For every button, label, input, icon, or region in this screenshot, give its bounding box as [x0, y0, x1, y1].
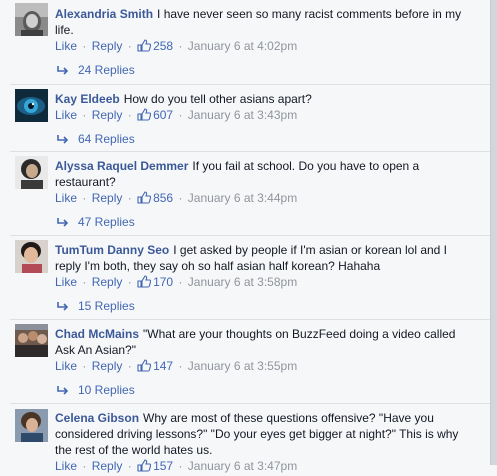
separator-dot: ·: [127, 191, 132, 205]
reply-button[interactable]: Reply: [92, 359, 123, 373]
divider: [10, 319, 490, 320]
comment-author[interactable]: Celena Gibson: [55, 411, 139, 425]
separator-dot: ·: [127, 275, 132, 289]
reply-button[interactable]: Reply: [92, 459, 123, 473]
like-count[interactable]: 170: [153, 275, 173, 289]
reply-arrow-icon: [57, 216, 69, 232]
avatar[interactable]: [15, 89, 48, 122]
separator-dot: ·: [178, 359, 183, 373]
avatar[interactable]: [15, 240, 48, 273]
separator-dot: ·: [127, 359, 132, 373]
comment-body: Alexandria Smith I have never seen so man…: [55, 6, 475, 38]
like-button[interactable]: Like: [55, 275, 77, 289]
separator-dot: ·: [178, 275, 183, 289]
separator-dot: ·: [127, 459, 132, 473]
divider: [10, 151, 490, 152]
separator-dot: ·: [178, 191, 183, 205]
reply-button[interactable]: Reply: [92, 39, 123, 53]
reply-button[interactable]: Reply: [92, 275, 123, 289]
thumbs-up-icon[interactable]: [137, 359, 152, 376]
comment-timestamp[interactable]: January 6 at 3:43pm: [188, 108, 297, 122]
comment-author[interactable]: TumTum Danny Seo: [55, 243, 169, 257]
comment-timestamp[interactable]: January 6 at 3:55pm: [188, 359, 297, 373]
view-replies-link[interactable]: 64 Replies: [57, 131, 135, 149]
like-count[interactable]: 258: [153, 39, 173, 53]
comment-author[interactable]: Alexandria Smith: [55, 7, 153, 21]
thumbs-up-icon[interactable]: [137, 108, 152, 125]
comment-text: How do you tell other asians apart?: [123, 92, 312, 106]
thumbs-up-icon[interactable]: [137, 275, 152, 292]
comment-author[interactable]: Kay Eldeeb: [55, 92, 120, 106]
view-replies-link[interactable]: 24 Replies: [57, 62, 135, 80]
page-edge-divider: [490, 0, 497, 465]
divider: [10, 84, 490, 85]
separator-dot: ·: [82, 108, 87, 122]
comment-body: TumTum Danny Seo I get asked by people if…: [55, 242, 475, 274]
divider: [10, 235, 490, 236]
avatar[interactable]: [15, 3, 48, 36]
like-button[interactable]: Like: [55, 359, 77, 373]
comment-body: Alyssa Raquel Demmer If you fail at schoo…: [55, 158, 475, 190]
separator-dot: ·: [82, 459, 87, 473]
replies-count[interactable]: 15 Replies: [78, 299, 135, 313]
like-button[interactable]: Like: [55, 459, 77, 473]
thumbs-up-icon[interactable]: [137, 459, 152, 476]
separator-dot: ·: [82, 191, 87, 205]
separator-dot: ·: [178, 459, 183, 473]
comment-actions: Like · Reply · 258 · January 6 at 4:02pm: [55, 38, 297, 56]
comment-author[interactable]: Chad McMains: [55, 327, 139, 341]
like-button[interactable]: Like: [55, 191, 77, 205]
view-replies-link[interactable]: 47 Replies: [57, 214, 135, 232]
reply-arrow-icon: [57, 133, 69, 149]
comment-timestamp[interactable]: January 6 at 3:58pm: [188, 275, 297, 289]
divider: [10, 403, 490, 404]
replies-count[interactable]: 64 Replies: [78, 132, 135, 146]
separator-dot: ·: [178, 39, 183, 53]
avatar[interactable]: [15, 324, 48, 357]
replies-count[interactable]: 10 Replies: [78, 383, 135, 397]
comment-author[interactable]: Alyssa Raquel Demmer: [55, 159, 188, 173]
separator-dot: ·: [82, 275, 87, 289]
separator-dot: ·: [178, 108, 183, 122]
comment-actions: Like · Reply · 170 · January 6 at 3:58pm: [55, 274, 297, 292]
comment-actions: Like · Reply · 856 · January 6 at 3:44pm: [55, 190, 297, 208]
reply-button[interactable]: Reply: [92, 108, 123, 122]
comment-actions: Like · Reply · 607 · January 6 at 3:43pm: [55, 107, 297, 125]
comment-timestamp[interactable]: January 6 at 3:44pm: [188, 191, 297, 205]
like-button[interactable]: Like: [55, 108, 77, 122]
reply-arrow-icon: [57, 300, 69, 316]
comment-body: Kay Eldeeb How do you tell other asians a…: [55, 91, 475, 107]
reply-arrow-icon: [57, 64, 69, 80]
separator-dot: ·: [82, 39, 87, 53]
reply-arrow-icon: [57, 384, 69, 400]
replies-count[interactable]: 47 Replies: [78, 215, 135, 229]
comment-actions: Like · Reply · 147 · January 6 at 3:55pm: [55, 358, 297, 376]
avatar[interactable]: [15, 156, 48, 189]
thumbs-up-icon[interactable]: [137, 191, 152, 208]
comment-actions: Like · Reply · 157 · January 6 at 3:47pm: [55, 458, 297, 476]
comment-timestamp[interactable]: January 6 at 3:47pm: [188, 459, 297, 473]
thumbs-up-icon[interactable]: [137, 39, 152, 56]
separator-dot: ·: [127, 108, 132, 122]
separator-dot: ·: [127, 39, 132, 53]
view-replies-link[interactable]: 15 Replies: [57, 298, 135, 316]
comment-body: Chad McMains "What are your thoughts on B…: [55, 326, 475, 358]
comment-timestamp[interactable]: January 6 at 4:02pm: [188, 39, 297, 53]
view-replies-link[interactable]: 10 Replies: [57, 382, 135, 400]
replies-count[interactable]: 24 Replies: [78, 63, 135, 77]
avatar[interactable]: [15, 409, 48, 442]
like-count[interactable]: 147: [153, 359, 173, 373]
like-count[interactable]: 157: [153, 459, 173, 473]
like-count[interactable]: 856: [153, 191, 173, 205]
like-count[interactable]: 607: [153, 108, 173, 122]
like-button[interactable]: Like: [55, 39, 77, 53]
comment-body: Celena Gibson Why are most of these quest…: [55, 410, 475, 458]
reply-button[interactable]: Reply: [92, 191, 123, 205]
separator-dot: ·: [82, 359, 87, 373]
